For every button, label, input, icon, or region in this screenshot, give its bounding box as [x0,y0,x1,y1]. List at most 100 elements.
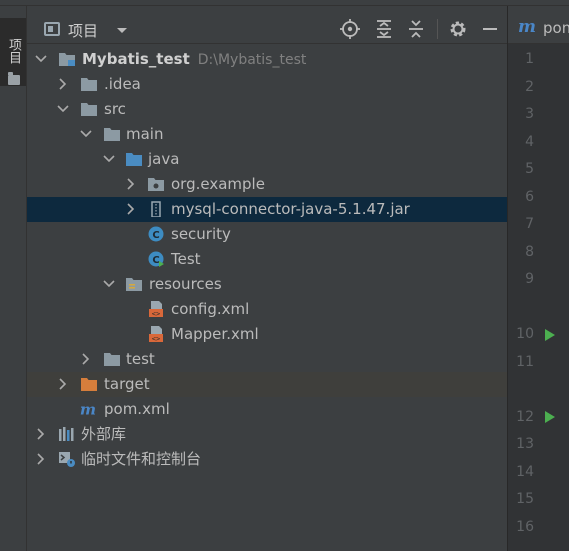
tree-item-pom-xml[interactable]: m pom.xml [27,397,507,422]
tree-item-src[interactable]: src [27,97,507,122]
line-number: 15 [516,491,534,507]
folder-icon [81,78,97,91]
line-number: 3 [525,106,534,122]
hide-panel-icon[interactable] [479,18,501,40]
tree-item-main[interactable]: main [27,122,507,147]
chevron-right-icon[interactable] [125,203,137,215]
run-gutter-icon[interactable] [545,329,555,341]
line-number: 8 [525,244,534,260]
tree-item-external-libraries[interactable]: 外部库 [27,422,507,447]
svg-text:C: C [152,255,159,266]
tree-item-resources[interactable]: resources [27,272,507,297]
scratches-icon [59,452,75,467]
folder-icon [104,128,120,141]
chevron-right-icon[interactable] [80,353,92,365]
svg-text:<>: <> [152,310,160,317]
chevron-down-icon[interactable] [80,128,92,140]
maven-icon: m [518,17,536,37]
chevron-right-icon[interactable] [57,78,69,90]
project-toolbar: 项目 [27,6,507,44]
chevron-down-icon[interactable] [35,53,47,65]
tree-item-label: resources [149,275,222,293]
tree-item-label: Mapper.xml [171,325,259,343]
run-gutter-icon[interactable] [545,411,555,423]
tree-item-label: target [104,375,150,393]
chevron-down-icon[interactable] [103,153,115,165]
chevron-right-icon[interactable] [125,178,137,190]
project-panel: 项目 Mybatis_test D:\Mybatis_test .idea sr… [27,6,507,551]
tree-item-config-xml[interactable]: <> config.xml [27,297,507,322]
tree-item-target[interactable]: target [27,372,507,397]
collapse-all-icon[interactable] [405,18,427,40]
libraries-icon [59,427,74,441]
tree-item-label: pom.xml [104,400,170,418]
line-number: 9 [525,271,534,287]
line-number: 13 [516,436,534,452]
project-stripe-label: 项目 [6,38,21,64]
tree-item-java[interactable]: java [27,147,507,172]
tree-item-label: src [104,100,126,118]
editor-tab-pom[interactable]: m pom [508,6,569,44]
editor-tab-label: pom [543,19,569,37]
chevron-down-icon[interactable] [57,103,69,115]
tree-item-mapper-xml[interactable]: <> Mapper.xml [27,322,507,347]
tool-window-stripe: 项目 [0,6,27,551]
tree-item-label: main [126,125,164,143]
svg-text:C: C [152,230,159,241]
line-number: 12 [516,409,534,425]
line-number: 7 [525,216,534,232]
xml-file-icon: <> [149,326,163,342]
tree-item-label: test [126,350,155,368]
source-folder-icon [126,153,142,166]
chevron-right-icon[interactable] [35,453,47,465]
folder-icon [81,103,97,116]
java-class-icon: C [148,251,164,267]
line-number: 6 [525,189,534,205]
tree-item-label: org.example [171,175,265,193]
gear-icon[interactable] [447,18,469,40]
chevron-down-icon[interactable] [103,278,115,290]
tree-item-label: .idea [104,75,141,93]
tree-item-label: Test [171,250,201,268]
line-number: 14 [516,464,534,480]
tree-item-label: Mybatis_test D:\Mybatis_test [82,50,307,68]
excluded-folder-icon [81,378,97,391]
tree-item-label: security [171,225,231,243]
line-number: 5 [525,161,534,177]
line-number: 4 [525,134,534,150]
line-number: 1 [525,51,534,67]
line-number: 10 [516,326,534,342]
tree-item-label: 外部库 [81,425,127,443]
tree-item-test-class[interactable]: C Test [27,247,507,272]
chevron-right-icon[interactable] [57,378,69,390]
tree-item-idea[interactable]: .idea [27,72,507,97]
toolbar-divider [437,19,438,39]
tree-item-mybatis-test[interactable]: Mybatis_test D:\Mybatis_test [27,47,507,72]
java-class-icon: C [148,226,164,242]
tree-item-org-example[interactable]: org.example [27,172,507,197]
tree-item-test-folder[interactable]: test [27,347,507,372]
editor-area: m pom 1 2 3 4 5 6 7 8 9 10 11 12 13 14 1… [507,6,569,551]
module-folder-icon [59,53,75,66]
resources-folder-icon [126,278,142,291]
tree-item-label: 临时文件和控制台 [81,450,202,468]
tree-item-label: mysql-connector-java-5.1.47.jar [171,200,410,218]
project-view-icon [44,22,60,36]
tree-item-label: java [148,150,180,168]
tree-item-security[interactable]: C security [27,222,507,247]
tree-item-mysql-connector-jar[interactable]: mysql-connector-java-5.1.47.jar [27,197,507,222]
project-view-title[interactable]: 项目 [68,20,98,41]
tree-item-label: config.xml [171,300,250,318]
module-path: D:\Mybatis_test [197,52,307,68]
chevron-down-icon[interactable] [115,23,129,37]
tree-item-scratches-and-consoles[interactable]: 临时文件和控制台 [27,447,507,472]
chevron-right-icon[interactable] [35,428,47,440]
maven-icon: m [80,401,96,417]
expand-all-icon[interactable] [373,18,395,40]
line-number: 2 [525,79,534,95]
line-number: 11 [516,354,534,370]
svg-text:m: m [80,401,96,417]
line-number: 16 [516,519,534,535]
project-tool-window-button[interactable]: 项目 [0,18,26,86]
locate-file-icon[interactable] [339,18,361,40]
